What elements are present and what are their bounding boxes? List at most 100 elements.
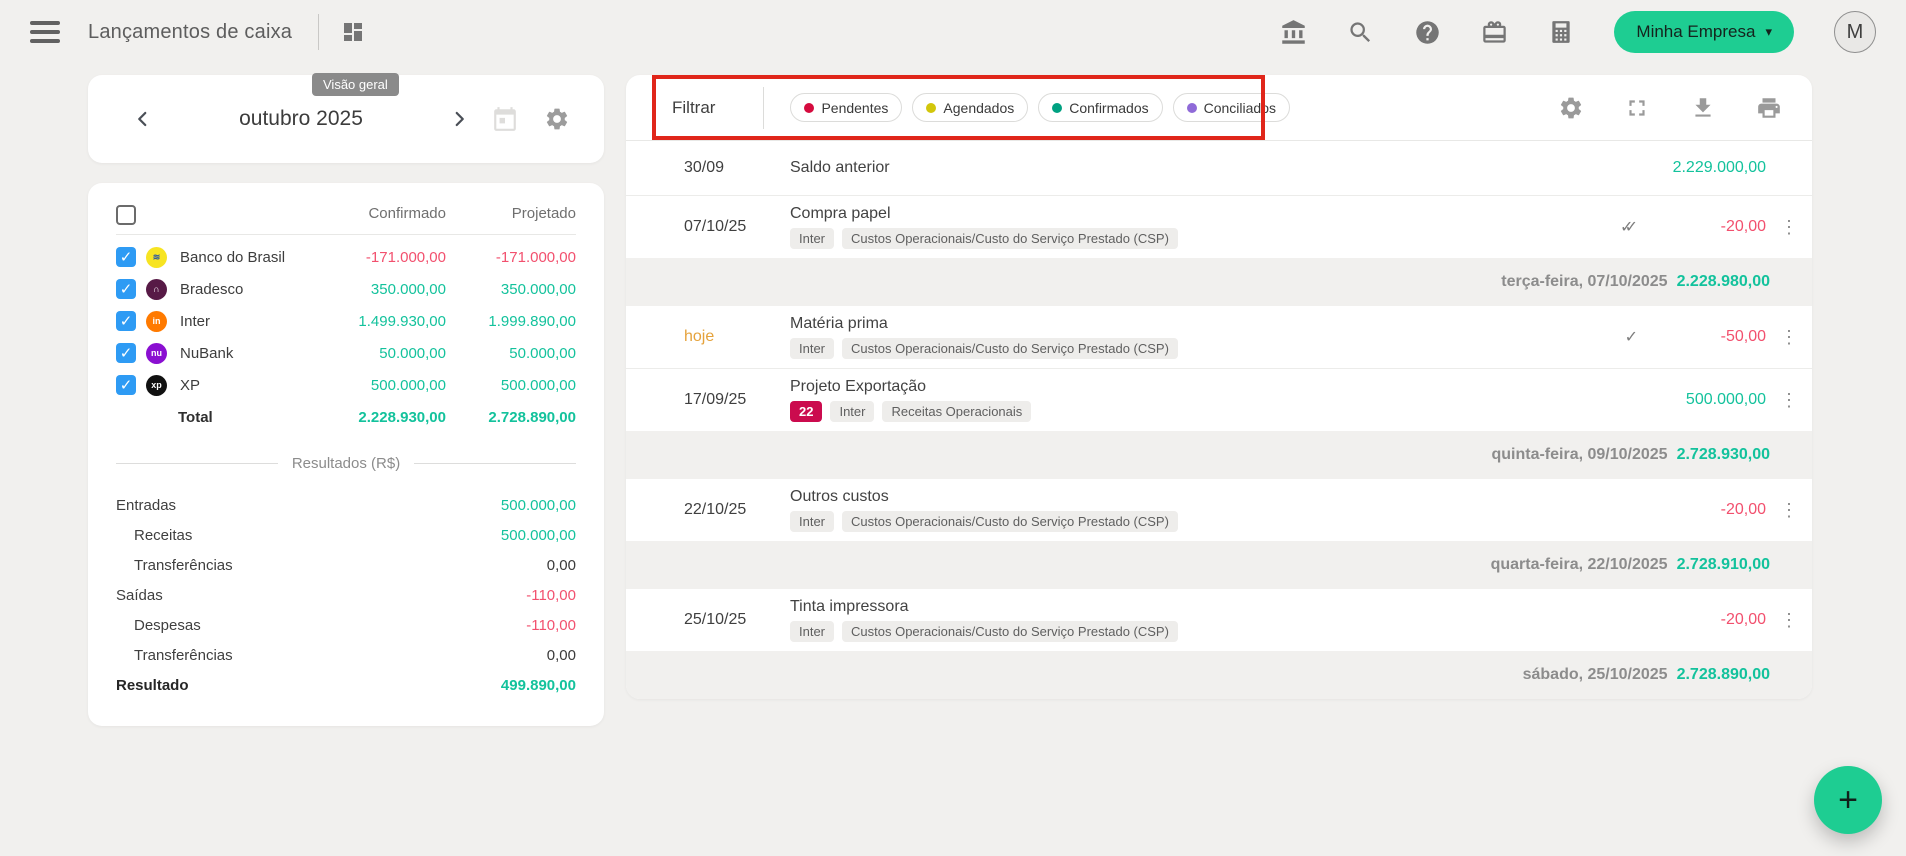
status-dot-icon bbox=[804, 103, 814, 113]
menu-icon[interactable] bbox=[30, 21, 60, 43]
result-value: 500.000,00 bbox=[501, 497, 576, 514]
row-menu-icon[interactable]: ⋮ bbox=[1766, 390, 1812, 411]
ledger-entry-row[interactable]: 25/10/25 Tinta impressora InterCustos Op… bbox=[626, 589, 1812, 651]
entry-tag: Receitas Operacionais bbox=[882, 401, 1031, 422]
entry-tags: 22InterReceitas Operacionais bbox=[790, 401, 1568, 422]
account-projetado: -171.000,00 bbox=[446, 241, 576, 273]
overview-settings-icon[interactable] bbox=[544, 106, 570, 132]
account-confirmado: 1.499.930,00 bbox=[318, 305, 446, 337]
bank-logo: ∩ bbox=[146, 279, 167, 300]
filter-bar: Filtrar Pendentes Agendados Confirmados … bbox=[626, 75, 1812, 141]
ledger-entry-row[interactable]: 22/10/25 Outros custos InterCustos Opera… bbox=[626, 479, 1812, 541]
add-entry-fab[interactable]: + bbox=[1814, 766, 1882, 834]
account-checkbox[interactable]: ✓ bbox=[116, 247, 136, 267]
result-value: 0,00 bbox=[547, 647, 576, 664]
status-filter-chips: Pendentes Agendados Confirmados Concilia… bbox=[790, 93, 1290, 122]
account-name: Banco do Brasil bbox=[178, 241, 318, 273]
account-projetado: 500.000,00 bbox=[446, 369, 576, 401]
summary-date: terça-feira, 07/10/2025 bbox=[1501, 273, 1667, 291]
column-header-confirmado: Confirmado bbox=[318, 205, 446, 234]
result-row: Saídas -110,00 bbox=[116, 580, 576, 610]
next-month-button[interactable] bbox=[444, 104, 474, 134]
table-divider bbox=[116, 234, 576, 235]
ledger-entry-row[interactable]: 07/10/25 Compra papel InterCustos Operac… bbox=[626, 195, 1812, 258]
summary-date: quarta-feira, 22/10/2025 bbox=[1491, 556, 1668, 574]
total-projetado: 2.728.890,00 bbox=[446, 401, 576, 433]
previous-month-button[interactable] bbox=[128, 104, 158, 134]
row-menu-icon[interactable]: ⋮ bbox=[1766, 500, 1812, 521]
print-icon[interactable] bbox=[1756, 95, 1782, 121]
day-summary-row: quarta-feira, 22/10/2025 2.728.910,00 bbox=[626, 541, 1812, 589]
gift-icon[interactable] bbox=[1481, 19, 1508, 46]
row-menu-icon[interactable]: ⋮ bbox=[1766, 610, 1812, 631]
entry-amount: -20,00 bbox=[1638, 501, 1766, 519]
ledger-settings-icon[interactable] bbox=[1558, 95, 1584, 121]
entry-title: Projeto Exportação bbox=[790, 378, 1568, 396]
chevron-down-icon: ▾ bbox=[1765, 24, 1772, 40]
account-name: XP bbox=[178, 369, 318, 401]
result-row: Despesas -110,00 bbox=[116, 610, 576, 640]
result-row: Receitas 500.000,00 bbox=[116, 520, 576, 550]
page-title: Lançamentos de caixa bbox=[88, 21, 292, 44]
account-confirmado: 350.000,00 bbox=[318, 273, 446, 305]
chip-label: Conciliados bbox=[1204, 100, 1276, 116]
entry-tag: Custos Operacionais/Custo do Serviço Pre… bbox=[842, 228, 1178, 249]
result-row: Transferências 0,00 bbox=[116, 640, 576, 670]
account-checkbox[interactable]: ✓ bbox=[116, 343, 136, 363]
account-checkbox[interactable]: ✓ bbox=[116, 279, 136, 299]
account-checkbox[interactable]: ✓ bbox=[116, 311, 136, 331]
help-icon[interactable] bbox=[1414, 19, 1441, 46]
download-icon[interactable] bbox=[1690, 95, 1716, 121]
filter-chip[interactable]: Confirmados bbox=[1038, 93, 1162, 122]
overview-tooltip: Visão geral bbox=[312, 73, 399, 96]
summary-balance: 2.728.910,00 bbox=[1677, 556, 1770, 574]
filter-chip[interactable]: Agendados bbox=[912, 93, 1028, 122]
current-month-label: outubro 2025 bbox=[158, 107, 444, 131]
result-label: Despesas bbox=[116, 617, 201, 634]
company-selector-button[interactable]: Minha Empresa ▾ bbox=[1614, 11, 1794, 53]
account-projetado: 1.999.890,00 bbox=[446, 305, 576, 337]
result-label: Receitas bbox=[116, 527, 192, 544]
account-confirmado: -171.000,00 bbox=[318, 241, 446, 273]
ledger-entry-row[interactable]: hoje Matéria prima InterCustos Operacion… bbox=[626, 306, 1812, 368]
account-name: Bradesco bbox=[178, 273, 318, 305]
select-all-checkbox[interactable] bbox=[116, 205, 136, 225]
summary-balance: 2.728.890,00 bbox=[1677, 666, 1770, 684]
bank-logo: in bbox=[146, 311, 167, 332]
filter-label: Filtrar bbox=[672, 98, 715, 118]
filter-chip[interactable]: Conciliados bbox=[1173, 93, 1290, 122]
account-checkbox[interactable]: ✓ bbox=[116, 375, 136, 395]
row-menu-icon[interactable]: ⋮ bbox=[1766, 217, 1812, 238]
entry-tags: InterCustos Operacionais/Custo do Serviç… bbox=[790, 511, 1568, 532]
calculator-icon[interactable] bbox=[1548, 19, 1574, 45]
ledger-toolbar bbox=[1558, 95, 1790, 121]
summary-balance: 2.728.930,00 bbox=[1677, 446, 1770, 464]
entry-tags: Inter Custos Operacionais/Custo do Serviç… bbox=[790, 621, 1568, 642]
row-menu-icon[interactable]: ⋮ bbox=[1766, 327, 1812, 348]
check-icon: ✓ bbox=[1568, 327, 1638, 347]
calendar-icon bbox=[492, 106, 518, 132]
entry-tag: Custos Operacionais/Custo do Serviço Pre… bbox=[842, 621, 1178, 642]
entry-tag: Inter bbox=[830, 401, 874, 422]
account-name: Inter bbox=[178, 305, 318, 337]
results-list: Entradas 500.000,00 Receitas 500.000,00 … bbox=[116, 490, 576, 700]
fullscreen-icon[interactable] bbox=[1624, 95, 1650, 121]
dashboard-icon[interactable] bbox=[341, 20, 365, 44]
entry-tag: Custos Operacionais/Custo do Serviço Pre… bbox=[842, 511, 1178, 532]
top-bar: Lançamentos de caixa Minha Empresa ▾ M bbox=[0, 0, 1906, 64]
entry-tags: InterCustos Operacionais/Custo do Serviç… bbox=[790, 228, 1568, 249]
ledger-entry-row[interactable]: 17/09/25 Projeto Exportação 22InterRecei… bbox=[626, 368, 1812, 431]
bank-icon[interactable] bbox=[1280, 19, 1307, 46]
filter-chip[interactable]: Pendentes bbox=[790, 93, 902, 122]
search-icon[interactable] bbox=[1347, 19, 1374, 46]
entry-tag: Inter bbox=[790, 621, 834, 642]
entry-date: 07/10/25 bbox=[684, 218, 790, 236]
avatar[interactable]: M bbox=[1834, 11, 1876, 53]
status-dot-icon bbox=[1187, 103, 1197, 113]
result-row: Resultado 499.890,00 bbox=[116, 670, 576, 700]
entry-tags: InterCustos Operacionais/Custo do Serviç… bbox=[790, 338, 1568, 359]
chip-label: Confirmados bbox=[1069, 100, 1148, 116]
ledger-entry-row[interactable]: 30/09 Saldo anterior 2.229.000,00 bbox=[626, 141, 1812, 195]
entry-tag: Custos Operacionais/Custo do Serviço Pre… bbox=[842, 338, 1178, 359]
status-dot-icon bbox=[1052, 103, 1062, 113]
